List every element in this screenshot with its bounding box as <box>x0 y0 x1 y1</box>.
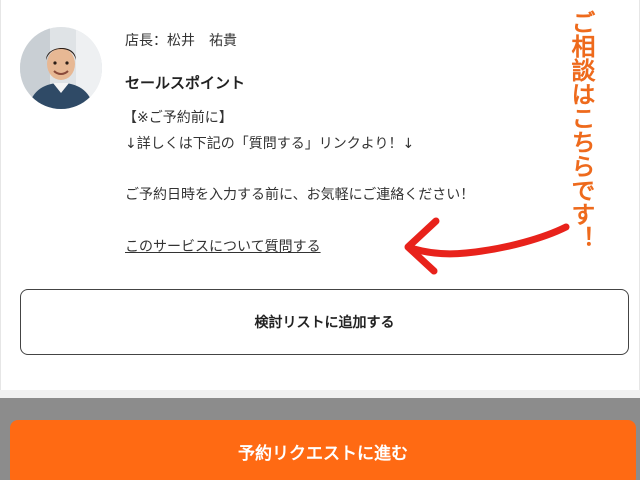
arrow-left-icon <box>404 217 570 275</box>
avatar <box>20 27 102 109</box>
sales-point-note-contact: ご予約日時を入力する前に、お気軽にご連絡ください！ <box>125 187 475 203</box>
ask-question-link[interactable]: このサービスについて質問する <box>125 236 321 256</box>
shop-owner-name: 店長：松井 祐貴 <box>125 33 237 49</box>
sales-point-title: セールスポイント <box>125 74 246 92</box>
reservation-request-button[interactable]: 予約リクエストに進む <box>10 420 636 480</box>
staff-photo-icon <box>20 27 102 109</box>
sales-point-card: 店長：松井 祐貴 セールスポイント 【※ご予約前に】 ↓詳しくは下記の「質問する… <box>0 0 640 398</box>
consult-here-annotation: ご相談はこちらです！ <box>567 10 595 250</box>
sales-point-note-instruction: ↓詳しくは下記の「質問する」リンクより！↓ <box>125 136 415 152</box>
add-to-wishlist-button[interactable]: 検討リストに追加する <box>20 289 629 355</box>
sales-point-note-heading: 【※ご予約前に】 <box>123 110 233 126</box>
service-detail-page: 店長：松井 祐貴 セールスポイント 【※ご予約前に】 ↓詳しくは下記の「質問する… <box>0 0 640 480</box>
